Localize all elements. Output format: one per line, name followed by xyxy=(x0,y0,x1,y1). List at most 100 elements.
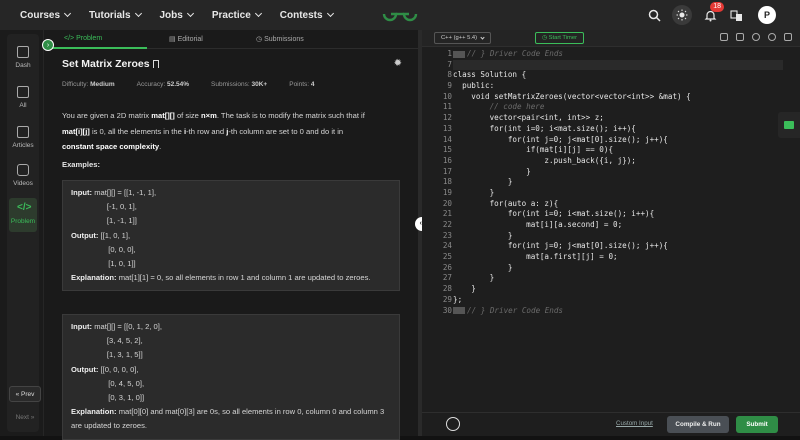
code-line[interactable]: for(int i=0; i<mat.size(); i++){ xyxy=(453,124,783,135)
fold-marker-icon[interactable] xyxy=(453,307,465,314)
bug-report-icon[interactable]: ✹ xyxy=(394,58,402,69)
code-line[interactable]: mat[a.first][j] = 0; xyxy=(453,252,783,263)
code-line[interactable]: } xyxy=(453,284,783,295)
line-number: 8 xyxy=(447,70,452,80)
tab-problem[interactable]: </> Problem xyxy=(64,35,102,42)
chevron-down-icon xyxy=(134,9,142,18)
submit-button[interactable]: Submit xyxy=(736,416,778,433)
code-line[interactable]: } xyxy=(453,231,783,242)
nav-jobs[interactable]: Jobs xyxy=(160,10,194,21)
chevron-down-icon xyxy=(254,9,262,18)
examples-heading: Examples: xyxy=(62,160,100,169)
code-line[interactable]: for(auto a: z){ xyxy=(453,199,783,210)
search-icon[interactable] xyxy=(646,7,662,23)
tab-problem-label: Problem xyxy=(76,35,103,42)
start-timer-label: Start Timer xyxy=(548,35,578,41)
sidebar-item-label: Problem xyxy=(10,218,36,225)
code-line[interactable]: // } Driver Code Ends xyxy=(453,306,783,317)
example-line: [1, -1, 1]] xyxy=(71,216,137,226)
sidebar-item-all[interactable]: All xyxy=(9,86,37,109)
user-avatar[interactable]: P xyxy=(758,6,776,24)
code-editor[interactable]: 1 7 8 9 10 11 12 13 14 15 16 17 18 19 20 21 22 23 24 25 26 27… xyxy=(422,47,800,387)
code-lines[interactable]: // } Driver Code Ends class Solution { pu… xyxy=(453,49,783,316)
nav-practice[interactable]: Practice xyxy=(212,9,262,21)
accuracy-value: 52.54% xyxy=(166,81,190,88)
line-number: 27 xyxy=(442,273,452,283)
sidebar-item-label: Articles xyxy=(12,142,34,149)
input-label: Input: xyxy=(71,322,93,331)
nav-courses[interactable]: Courses xyxy=(20,10,72,21)
code-line[interactable]: // } Driver Code Ends xyxy=(453,49,783,60)
sidebar-item-problem[interactable]: </> Problem xyxy=(9,198,37,232)
line-number: 28 xyxy=(442,284,452,294)
points-value: 4 xyxy=(310,81,315,88)
code-line[interactable]: } xyxy=(453,167,783,178)
custom-input-link[interactable]: Custom Input xyxy=(616,420,653,427)
sidebar-item-label: All xyxy=(19,102,27,109)
code-line[interactable]: for(int i=0; i<mat.size(); i++){ xyxy=(453,209,783,220)
line-number-gutter: 1 7 8 9 10 11 12 13 14 15 16 17 18 19 20 21 22 23 24 25 26 27… xyxy=(422,49,452,316)
fullscreen-icon[interactable] xyxy=(784,33,792,41)
nav-contests[interactable]: Contests xyxy=(279,9,334,21)
code-line[interactable]: } xyxy=(453,263,783,274)
fold-marker-icon[interactable] xyxy=(453,50,465,58)
next-button[interactable]: Next » xyxy=(9,410,41,426)
code-line[interactable]: if(mat[i][j] == 0){ xyxy=(453,145,783,156)
gfg-logo-icon[interactable] xyxy=(382,5,418,23)
code-line[interactable]: z.push_back({i, j}); xyxy=(453,156,783,167)
example-line: [-1, 0, 1], xyxy=(71,202,137,212)
theme-toggle-icon[interactable] xyxy=(672,5,692,25)
copy-icon[interactable] xyxy=(720,33,728,41)
bell-icon[interactable]: 18 xyxy=(702,2,724,23)
points-label: Points: xyxy=(289,81,310,88)
submissions-label: Submissions: xyxy=(211,81,250,88)
code-line[interactable]: for(int j=0; j<mat[0].size(); j++){ xyxy=(453,241,783,252)
sidebar-item-videos[interactable]: Videos xyxy=(9,164,37,187)
code-line[interactable]: } xyxy=(453,177,783,188)
tab-submissions[interactable]: ◷ Submissions xyxy=(256,35,304,43)
difficulty-value: Medium xyxy=(90,81,115,88)
prev-button[interactable]: « Prev xyxy=(9,386,41,402)
accuracy: Accuracy: 52.54% xyxy=(137,81,189,88)
tab-editorial[interactable]: ▤ Editorial xyxy=(169,35,203,43)
line-number: 16 xyxy=(442,155,452,165)
compile-run-button[interactable]: Compile & Run xyxy=(667,416,729,433)
code-line[interactable]: }; xyxy=(453,295,783,306)
code-line[interactable]: mat[i][a.second] = 0; xyxy=(453,220,783,231)
start-timer-button[interactable]: ◷ Start Timer xyxy=(535,32,585,44)
code-line[interactable]: } xyxy=(453,188,783,199)
code-line[interactable]: } xyxy=(453,273,783,284)
article-icon xyxy=(17,126,29,138)
code-line[interactable]: for(int j=0; j<mat[0].size(); j++){ xyxy=(453,135,783,146)
example-line: [0, 4, 5, 0], xyxy=(104,378,145,388)
sidebar-item-articles[interactable]: Articles xyxy=(9,126,37,149)
sidebar-item-dash[interactable]: Dash xyxy=(9,46,37,69)
nav-contests-label: Contests xyxy=(279,9,323,21)
example-box: Input: mat[][] = [[0, 1, 2, 0], [3, 4, 5… xyxy=(62,314,400,440)
example-line: [[0, 0, 0, 0], xyxy=(100,364,139,374)
chat-icon[interactable] xyxy=(778,112,800,138)
download-icon[interactable] xyxy=(736,33,744,41)
language-select[interactable]: C++ (g++ 5.4) xyxy=(434,32,492,44)
code-line[interactable]: // code here xyxy=(453,102,783,113)
reset-icon[interactable] xyxy=(768,33,776,41)
code-line[interactable]: vector<pair<int, int>> z; xyxy=(453,113,783,124)
line-number: 12 xyxy=(442,113,452,123)
editor-footer: Custom Input Compile & Run Submit xyxy=(422,412,800,436)
code-line[interactable]: public: xyxy=(453,81,783,92)
example-line: mat[][] = [[0, 1, 2, 0], xyxy=(94,322,162,331)
translate-icon[interactable] xyxy=(728,7,744,23)
settings-icon[interactable] xyxy=(752,33,760,41)
example-line: mat[][] = [[1, -1, 1], xyxy=(94,188,157,197)
lightbulb-icon[interactable] xyxy=(446,417,460,431)
code-line[interactable] xyxy=(453,59,783,71)
bookmark-icon[interactable] xyxy=(152,60,159,68)
nav-tutorials[interactable]: Tutorials xyxy=(89,9,142,21)
editor-panel: C++ (g++ 5.4) ◷ Start Timer 1 7 8 9 10 11 12 13… xyxy=(422,30,800,436)
code-line[interactable]: class Solution { xyxy=(453,70,783,81)
code-line[interactable]: void setMatrixZeroes(vector<vector<int>>… xyxy=(453,92,783,103)
example-line: [1, 3, 1, 5]] xyxy=(71,350,143,360)
output-label: Output: xyxy=(71,230,99,240)
expand-arrow-icon[interactable]: › xyxy=(42,39,54,51)
line-number: 24 xyxy=(442,241,452,251)
